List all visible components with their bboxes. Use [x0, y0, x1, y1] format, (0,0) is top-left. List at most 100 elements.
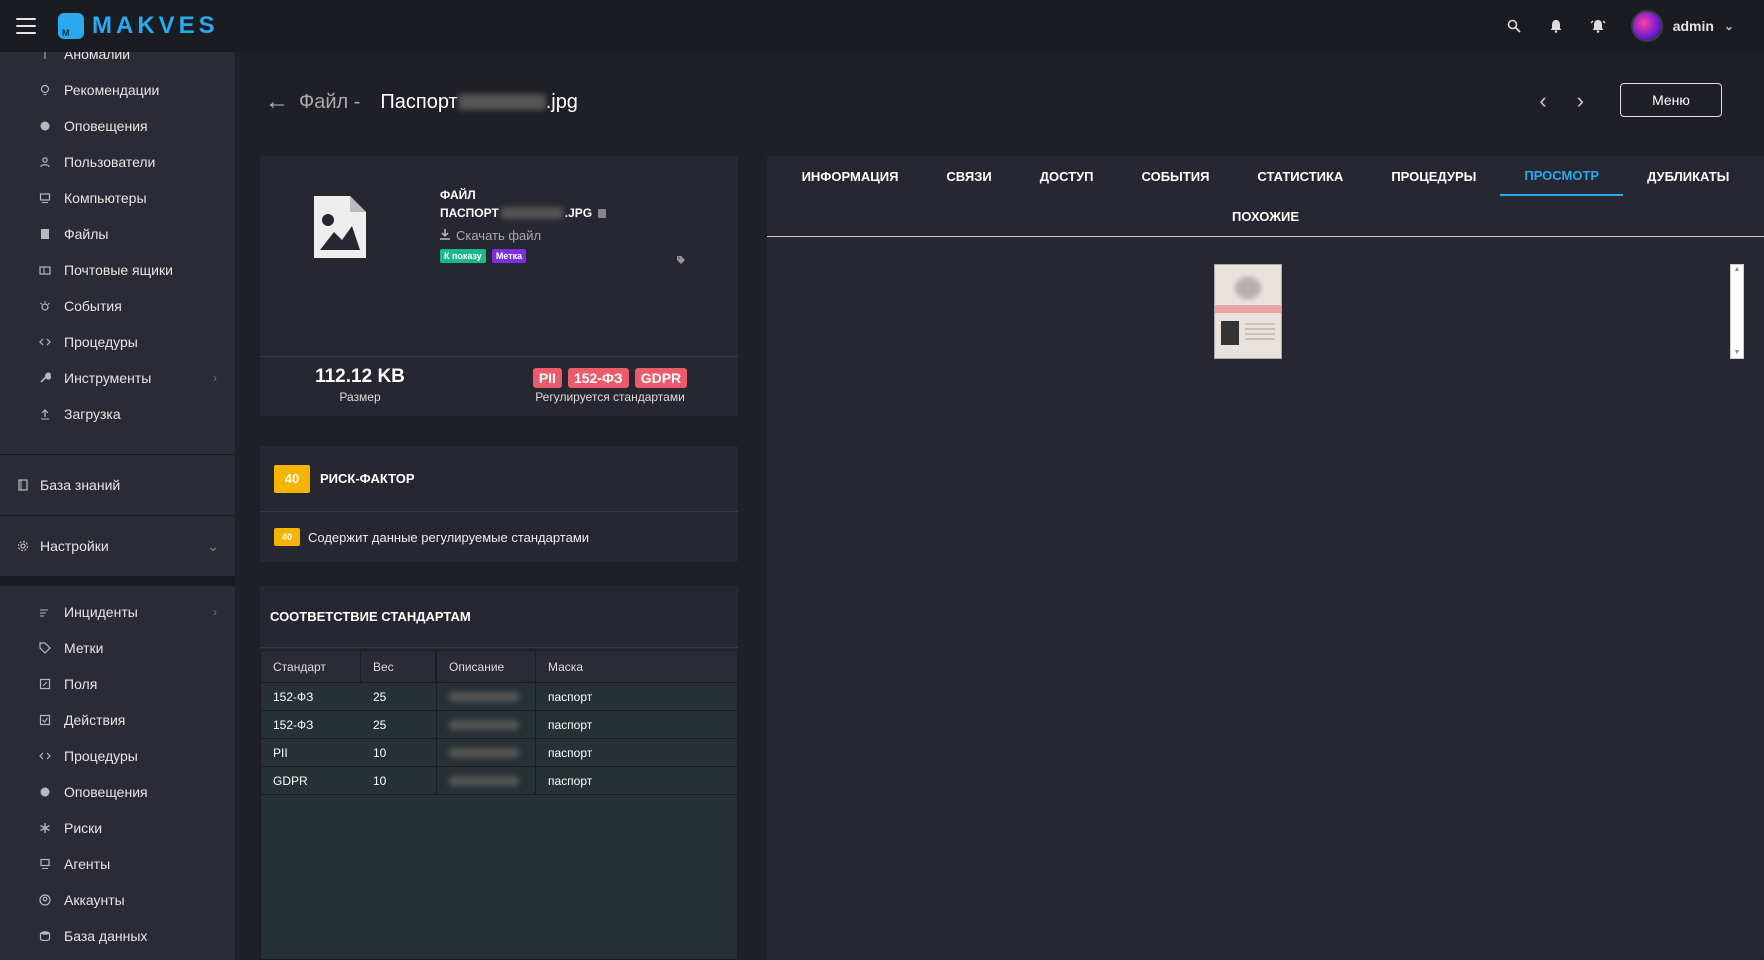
risk-title: РИСК-ФАКТОР — [320, 471, 415, 486]
table-row[interactable]: GDPR 10 паспорт — [261, 767, 737, 795]
chevron-down-icon: ⌄ — [1723, 19, 1734, 33]
tab-bar: ИНФОРМАЦИЯ СВЯЗИ ДОСТУП СОБЫТИЯ СТАТИСТИ… — [767, 156, 1764, 237]
tab-statistics[interactable]: СТАТИСТИКА — [1233, 156, 1367, 196]
sidebar-item[interactable]: Инструменты › — [0, 360, 235, 396]
tab-similar[interactable]: ПОХОЖИЕ — [1208, 196, 1323, 236]
sidebar-item-label: Загрузка — [64, 406, 121, 422]
table-header: Стандарт Вес Описание Маска — [261, 651, 737, 683]
gear-icon — [16, 539, 30, 553]
sidebar-item[interactable]: Метки — [0, 630, 235, 666]
sidebar-item-label: Метки — [64, 640, 104, 656]
hamburger-menu-icon[interactable] — [16, 18, 36, 34]
compliance-table: Стандарт Вес Описание Маска 152-ФЗ 25 па… — [260, 650, 738, 960]
scroll-down-icon[interactable]: ▼ — [1731, 348, 1743, 358]
sidebar-item-label: База данных — [64, 928, 148, 944]
sidebar-settings-label: Настройки — [40, 538, 109, 554]
sidebar-item[interactable]: Оповещения — [0, 774, 235, 810]
table-row[interactable]: PII 10 паспорт — [261, 739, 737, 767]
sidebar-item[interactable]: Инциденты › — [0, 594, 235, 630]
sidebar-item-label: Агенты — [64, 856, 111, 872]
chevron-down-icon: ⌄ — [207, 537, 219, 554]
cell-description — [436, 767, 536, 794]
tag-icon[interactable] — [676, 252, 686, 268]
bulb-icon — [38, 83, 52, 97]
page-title-start: Паспорт — [380, 90, 458, 113]
tab-info[interactable]: ИНФОРМАЦИЯ — [778, 156, 923, 196]
column-header[interactable]: Стандарт — [261, 651, 361, 682]
tab-procedures[interactable]: ПРОЦЕДУРЫ — [1367, 156, 1500, 196]
sidebar-item[interactable]: Процедуры — [0, 324, 235, 360]
sidebar-item[interactable]: Пользователи — [0, 144, 235, 180]
chevron-left-icon[interactable]: ‹ — [1539, 88, 1546, 114]
tab-preview[interactable]: ПРОСМОТР — [1500, 156, 1624, 196]
sidebar-item[interactable]: События — [0, 288, 235, 324]
sidebar-item[interactable]: Файлы — [0, 216, 235, 252]
sidebar-item[interactable]: Рекомендации — [0, 72, 235, 108]
event-icon — [38, 299, 52, 313]
sidebar-item-label: Почтовые ящики — [64, 262, 173, 278]
sidebar-item-label: Аккаунты — [64, 892, 125, 908]
sidebar-item[interactable]: Действия — [0, 702, 235, 738]
user-menu[interactable]: admin ⌄ — [1630, 10, 1734, 42]
sidebar-item[interactable]: Поля — [0, 666, 235, 702]
preview-scrollbar[interactable]: ▲ ▼ — [1730, 264, 1744, 359]
standard-badge: GDPR — [634, 368, 688, 388]
sidebar-settings[interactable]: Настройки ⌄ — [0, 516, 235, 576]
column-header[interactable]: Описание — [436, 651, 536, 682]
preview-seal — [1235, 277, 1261, 299]
sidebar-item-label: Инциденты — [64, 604, 138, 620]
tab-events[interactable]: СОБЫТИЯ — [1118, 156, 1234, 196]
tag-icon — [38, 641, 52, 655]
search-icon[interactable] — [1505, 17, 1523, 35]
sidebar-item[interactable]: База данных — [0, 918, 235, 954]
risk-score-badge: 40 — [274, 464, 310, 493]
code-icon — [38, 749, 52, 763]
download-link[interactable]: Скачать файл — [440, 228, 606, 243]
sidebar-knowledge-base[interactable]: База знаний — [0, 455, 235, 515]
notification-bell-icon[interactable] — [1547, 17, 1565, 35]
alarm-bell-icon[interactable] — [1589, 17, 1607, 35]
book-icon — [16, 478, 30, 492]
back-arrow-icon[interactable]: ← — [265, 88, 289, 116]
tag-badge[interactable]: Метка — [491, 249, 527, 263]
logo-mark-icon — [58, 13, 84, 39]
file-name: ПАСПОРТ .JPG — [440, 206, 607, 220]
column-header[interactable]: Маска — [536, 660, 737, 674]
sidebar-item[interactable]: Компьютеры — [0, 180, 235, 216]
sidebar-item[interactable]: Оповещения — [0, 108, 235, 144]
cell-weight: 10 — [373, 745, 387, 760]
menu-button[interactable]: Меню — [1620, 83, 1722, 117]
sidebar-item[interactable]: Почтовые ящики — [0, 252, 235, 288]
sidebar-item[interactable]: Риски — [0, 810, 235, 846]
copy-icon[interactable] — [598, 208, 607, 218]
cell-standard: GDPR — [273, 773, 308, 788]
scroll-up-icon[interactable]: ▲ — [1731, 265, 1743, 275]
table-row[interactable]: 152-ФЗ 25 паспорт — [261, 711, 737, 739]
file-preview-image[interactable] — [1214, 264, 1282, 359]
incident-icon — [38, 605, 52, 619]
sidebar-item[interactable]: Процедуры — [0, 738, 235, 774]
table-row[interactable]: 152-ФЗ 25 паспорт — [261, 683, 737, 711]
logo[interactable]: MAKVES — [58, 12, 219, 40]
risk-card: 40 РИСК-ФАКТОР 40 Содержит данные регули… — [260, 446, 738, 562]
sidebar-item-label: Оповещения — [64, 118, 148, 134]
sidebar-item[interactable]: Агенты — [0, 846, 235, 882]
sidebar-item-label: Поля — [64, 676, 98, 692]
computer-icon — [38, 191, 52, 205]
chevron-right-icon[interactable]: › — [1577, 88, 1584, 114]
sidebar-item-label: Аномалии — [64, 52, 131, 62]
sidebar-item[interactable]: Аккаунты — [0, 882, 235, 918]
field-icon — [38, 677, 52, 691]
tab-duplicates[interactable]: ДУБЛИКАТЫ — [1623, 156, 1753, 196]
agent-icon — [38, 857, 52, 871]
tab-access[interactable]: ДОСТУП — [1016, 156, 1118, 196]
cell-standard: 152-ФЗ — [273, 717, 314, 732]
account-icon — [38, 893, 52, 907]
upload-icon — [38, 407, 52, 421]
column-header[interactable]: Вес — [361, 651, 436, 682]
top-bar: MAKVES admin ⌄ — [0, 0, 1764, 52]
sidebar-item[interactable]: Аномалии — [0, 52, 235, 72]
tab-links[interactable]: СВЯЗИ — [922, 156, 1015, 196]
tag-badge[interactable]: К показу — [440, 249, 486, 263]
sidebar-item[interactable]: Загрузка — [0, 396, 235, 432]
